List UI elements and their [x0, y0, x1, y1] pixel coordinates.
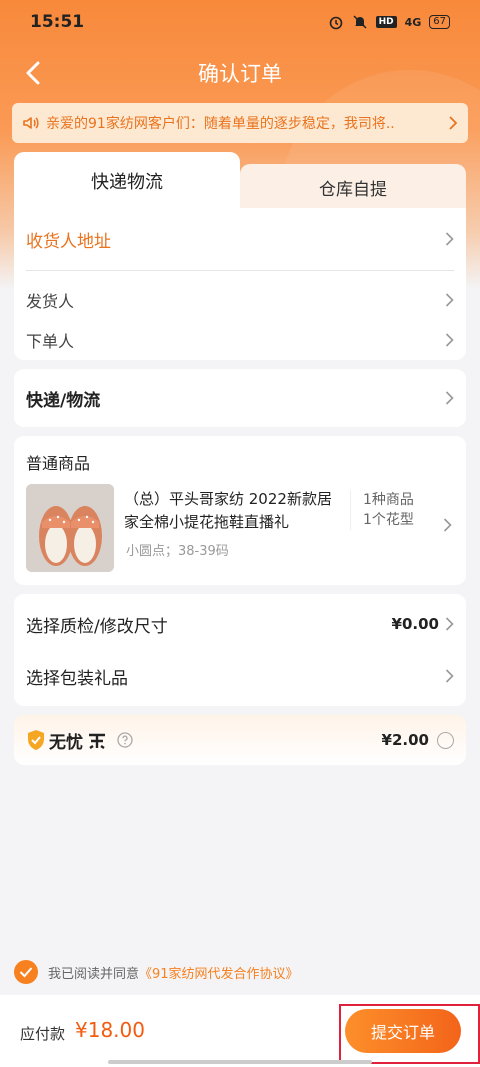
check-icon [19, 967, 33, 978]
worry-free-label: 无忧 [49, 732, 83, 753]
divider [26, 270, 454, 271]
worry-free-price: ¥2.00 [381, 731, 429, 749]
address-card: 收货人地址 发货人 下单人 [14, 208, 466, 360]
product-pattern-count: 1个花型 [363, 512, 414, 528]
worry-free-logo-mark [87, 730, 107, 750]
shield-icon [26, 729, 46, 751]
delivery-tabs: 快递物流 仓库自提 [14, 152, 466, 210]
chevron-right-icon [445, 391, 454, 405]
back-button[interactable] [18, 58, 48, 88]
shipping-card[interactable]: 快递/物流 [14, 369, 466, 427]
highlight-box [339, 1004, 480, 1064]
worry-free-card[interactable]: 无忧 ¥2.00 [14, 715, 466, 765]
help-icon[interactable] [117, 732, 133, 748]
nav-bar: 确认订单 [0, 50, 480, 96]
goods-card[interactable]: 普通商品 （总）平头哥家纺 2022新款居家全棉小提花拖鞋直播礼 小圆点；38-… [14, 436, 466, 585]
status-bar: 15:51 HD 4G 67 [0, 0, 480, 44]
notice-bar[interactable]: 亲爱的91家纺网客户们：随着单量的逐步稳定，我司将.. [12, 103, 468, 143]
battery-icon: 67 [429, 15, 450, 29]
goods-section-label: 普通商品 [26, 454, 91, 473]
agreement-text: 我已阅读并同意 [48, 966, 140, 982]
product-image [26, 484, 114, 572]
product-spec: 小圆点；38-39码 [126, 544, 229, 559]
services-card: 选择质检/修改尺寸 ¥0.00 选择包装礼品 [14, 594, 466, 706]
consignee-address-row[interactable]: 收货人地址 [26, 224, 454, 254]
sender-row[interactable]: 发货人 [26, 286, 454, 314]
gift-row[interactable]: 选择包装礼品 [26, 662, 454, 690]
chevron-right-icon [448, 116, 458, 130]
chevron-right-icon [445, 333, 454, 347]
orderer-label: 下单人 [26, 332, 75, 351]
agreement-row: 我已阅读并同意 《91家纺网代发合作协议》 [14, 960, 299, 984]
pay-label: 应付款 [20, 1025, 66, 1043]
chevron-right-icon [445, 232, 454, 246]
gift-label: 选择包装礼品 [26, 668, 128, 689]
tab-pickup[interactable]: 仓库自提 [240, 164, 466, 210]
agreement-link[interactable]: 《91家纺网代发合作协议》 [139, 963, 299, 982]
worry-free-radio[interactable] [437, 731, 454, 749]
status-time: 15:51 [30, 12, 85, 32]
product-count: 1种商品 1个花型 [350, 490, 430, 530]
shipping-label: 快递/物流 [26, 390, 101, 411]
pay-amount: ¥18.00 [75, 1018, 145, 1042]
qc-price: ¥0.00 [391, 615, 439, 633]
agreement-checkbox[interactable] [14, 960, 38, 984]
chevron-right-icon [445, 293, 454, 307]
qc-label: 选择质检/修改尺寸 [26, 616, 168, 637]
product-title: （总）平头哥家纺 2022新款居家全棉小提花拖鞋直播礼 [124, 490, 332, 531]
chevron-right-icon [445, 617, 454, 631]
mute-bell-icon [352, 14, 368, 30]
home-indicator [108, 1060, 372, 1064]
page-title: 确认订单 [198, 62, 282, 86]
alarm-icon [328, 14, 344, 30]
hd-icon: HD [375, 16, 397, 28]
chevron-right-icon [443, 518, 452, 532]
consignee-address-label: 收货人地址 [26, 231, 111, 252]
sender-label: 发货人 [26, 292, 75, 311]
product-kind-count: 1种商品 [363, 492, 414, 508]
signal-icon: 4G [404, 15, 422, 29]
tab-express[interactable]: 快递物流 [14, 152, 240, 210]
chevron-right-icon [445, 669, 454, 683]
back-arrow-icon [26, 61, 40, 85]
speaker-icon [22, 114, 40, 132]
notice-text: 亲爱的91家纺网客户们：随着单量的逐步稳定，我司将.. [46, 116, 395, 132]
orderer-row[interactable]: 下单人 [26, 326, 454, 354]
qc-row[interactable]: 选择质检/修改尺寸 ¥0.00 [26, 610, 454, 638]
